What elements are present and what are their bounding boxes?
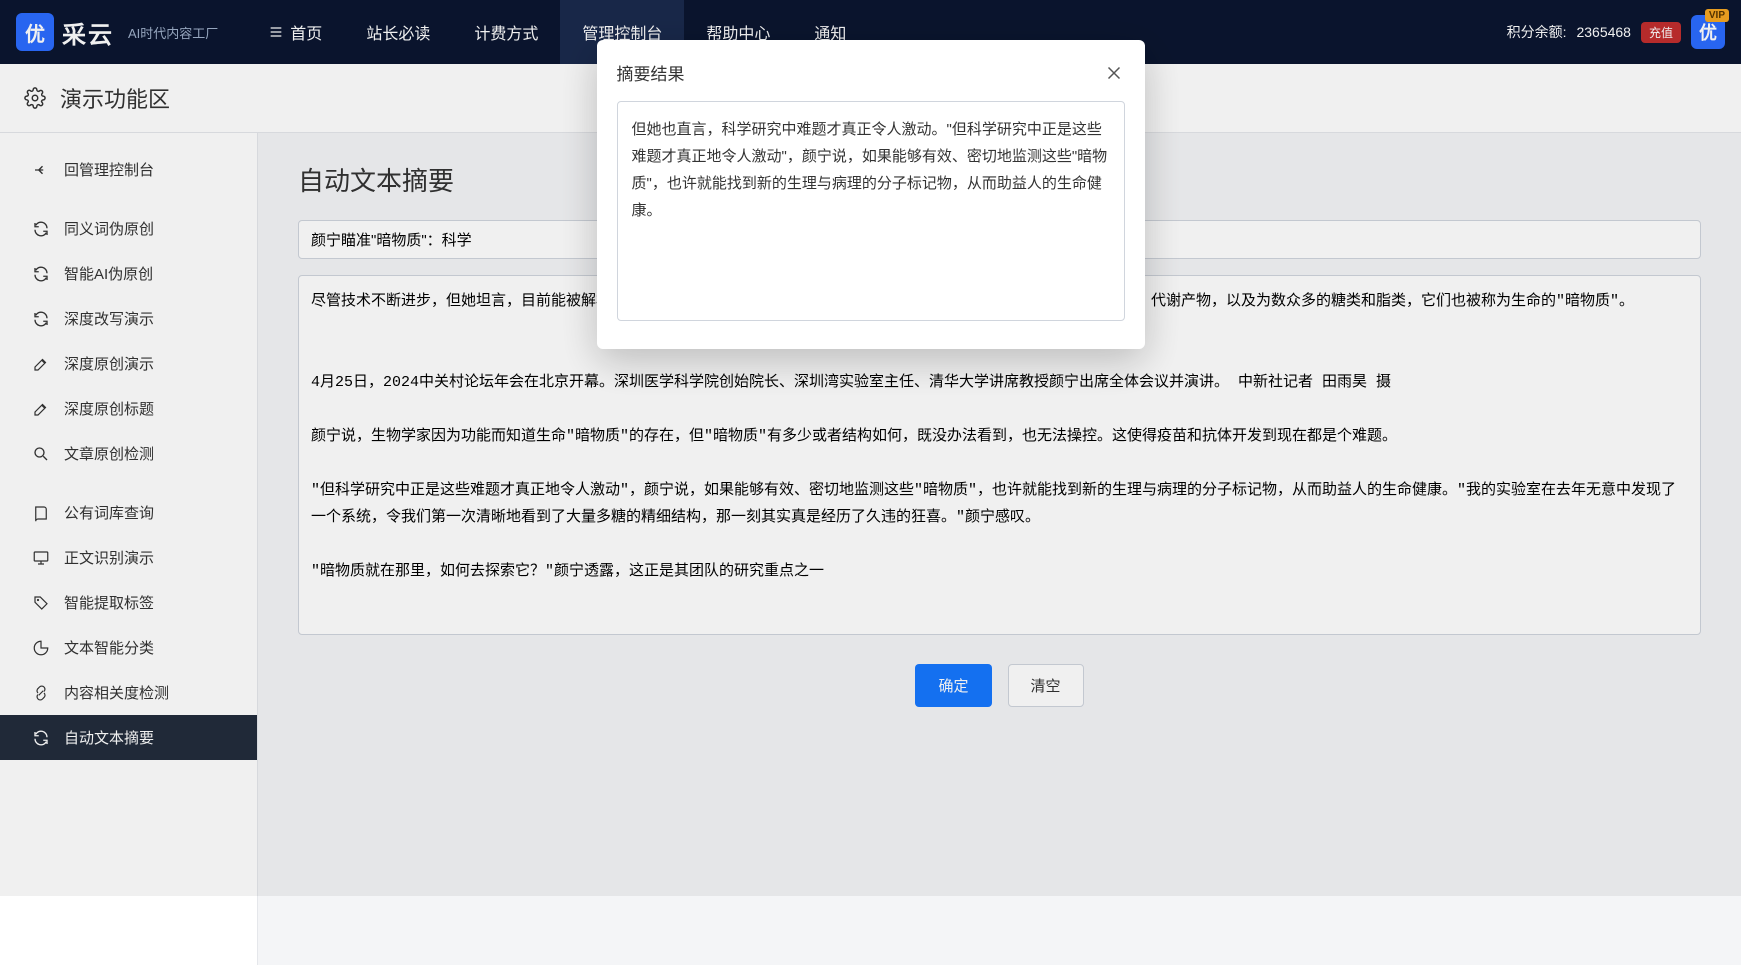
modal-mask[interactable]: 摘要结果 但她也直言，科学研究中难题才真正令人激动。"但科学研究中正是这些难题才… <box>0 0 1741 896</box>
modal: 摘要结果 但她也直言，科学研究中难题才真正令人激动。"但科学研究中正是这些难题才… <box>597 40 1145 349</box>
close-icon[interactable] <box>1103 62 1125 84</box>
modal-body: 但她也直言，科学研究中难题才真正令人激动。"但科学研究中正是这些难题才真正地令人… <box>617 101 1125 321</box>
modal-title: 摘要结果 <box>617 60 685 85</box>
